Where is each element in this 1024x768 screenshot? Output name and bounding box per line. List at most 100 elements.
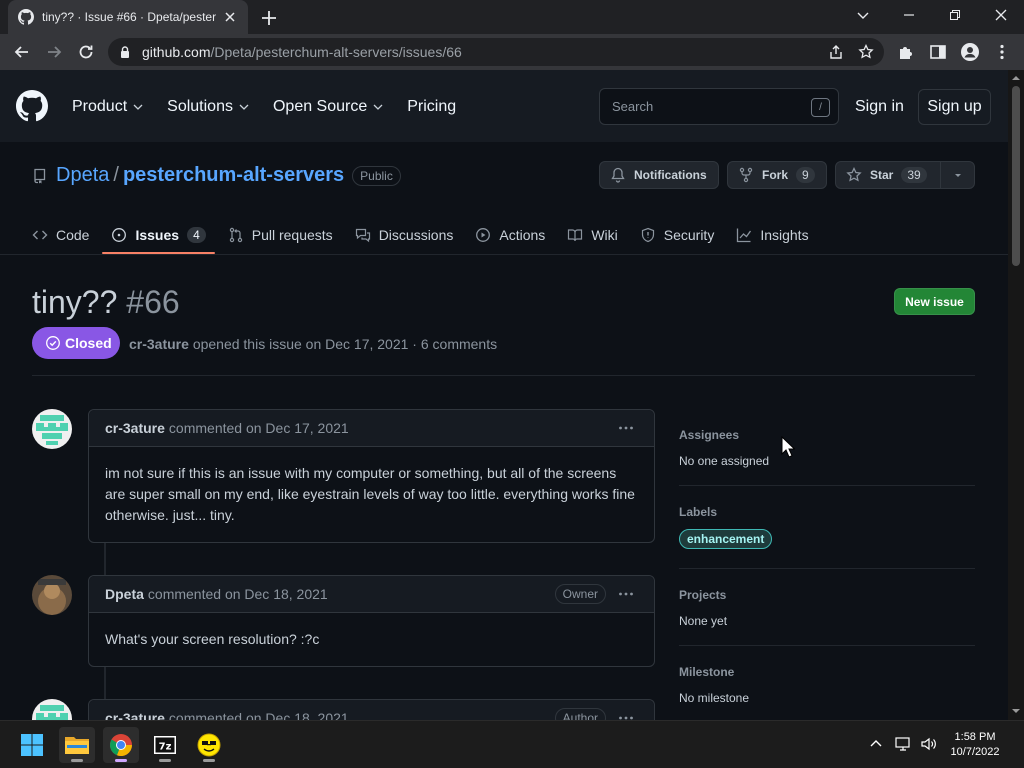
- taskbar-app-7zip[interactable]: 7z: [147, 727, 183, 763]
- sign-in-link[interactable]: Sign in: [855, 98, 904, 116]
- repo-separator: /: [113, 164, 119, 186]
- comment-date[interactable]: commented on Dec 18, 2021: [169, 710, 349, 720]
- tab-security[interactable]: Security: [632, 216, 723, 254]
- volume-icon[interactable]: [920, 735, 938, 753]
- scroll-thumb[interactable]: [1012, 86, 1020, 266]
- network-icon[interactable]: [894, 735, 912, 753]
- new-tab-icon[interactable]: [259, 8, 279, 28]
- comment-header: Dpeta commented on Dec 18, 2021 Owner: [89, 576, 654, 613]
- tab-wiki[interactable]: Wiki: [559, 216, 625, 254]
- sidebar-labels[interactable]: Labels enhancement: [679, 505, 975, 549]
- repo-header: Dpeta / pesterchum-alt-servers Public No…: [0, 142, 1008, 255]
- sidebar-milestone[interactable]: Milestone No milestone: [679, 665, 975, 705]
- tab-issues-label: Issues: [135, 227, 180, 243]
- start-button[interactable]: [14, 727, 50, 763]
- page-scrollbar[interactable]: [1008, 70, 1024, 720]
- star-button[interactable]: Star 39: [835, 161, 941, 189]
- visibility-badge: Public: [352, 165, 401, 186]
- tab-actions[interactable]: Actions: [467, 216, 553, 254]
- chevron-up-icon[interactable]: [867, 735, 885, 753]
- comment-date[interactable]: commented on Dec 17, 2021: [169, 420, 349, 436]
- author-badge: Author: [554, 708, 606, 720]
- tab-code-label: Code: [56, 227, 90, 243]
- comment-date[interactable]: commented on Dec 18, 2021: [148, 586, 328, 602]
- kebab-menu-icon[interactable]: [618, 420, 634, 436]
- tab-close-icon[interactable]: [222, 9, 238, 25]
- tab-search-chevron-icon[interactable]: [840, 0, 886, 30]
- repo-owner-link[interactable]: Dpeta: [56, 164, 109, 187]
- side-panel-icon[interactable]: [928, 42, 948, 62]
- tab-pull-requests[interactable]: Pull requests: [220, 216, 341, 254]
- taskbar-clock[interactable]: 1:58 PM 10/7/2022: [940, 730, 1010, 760]
- sidebar-assignees[interactable]: Assignees No one assigned: [679, 428, 975, 468]
- star-icon: [846, 167, 870, 183]
- issue-author-link[interactable]: cr-3ature: [129, 336, 189, 352]
- comment: Dpeta commented on Dec 18, 2021 Owner Wh…: [88, 575, 655, 667]
- issue-closed-icon: [45, 335, 65, 351]
- tab-issues[interactable]: Issues 4: [102, 216, 216, 254]
- discussions-icon: [355, 227, 379, 243]
- browser-menu-icon[interactable]: [992, 42, 1012, 62]
- scroll-up-icon[interactable]: [1012, 74, 1020, 82]
- taskbar-app-chrome[interactable]: [103, 727, 139, 763]
- new-issue-button[interactable]: New issue: [894, 288, 975, 315]
- forward-arrow-icon[interactable]: [44, 42, 64, 62]
- chevron-down-icon: [373, 102, 383, 112]
- browser-tab[interactable]: tiny?? · Issue #66 · Dpeta/pesterc: [8, 0, 248, 34]
- avatar[interactable]: [32, 409, 72, 449]
- fork-count: 9: [796, 167, 815, 183]
- label-enhancement[interactable]: enhancement: [679, 529, 773, 549]
- repo-icon: [32, 168, 48, 184]
- nav-product[interactable]: Product: [72, 98, 143, 116]
- address-bar[interactable]: github.com/Dpeta/pesterchum-alt-servers/…: [108, 38, 884, 66]
- issue-number: #66: [126, 284, 180, 320]
- profile-avatar-icon[interactable]: [960, 42, 980, 62]
- windows-start-icon: [20, 733, 44, 757]
- taskbar-app-file-explorer[interactable]: [59, 727, 95, 763]
- comment-author[interactable]: Dpeta: [105, 586, 144, 602]
- notifications-button[interactable]: Notifications: [599, 161, 719, 189]
- share-icon[interactable]: [828, 44, 844, 60]
- sign-up-button[interactable]: Sign up: [918, 89, 991, 125]
- taskbar-app-pesterchum[interactable]: [191, 727, 227, 763]
- issue-meta: cr-3ature opened this issue on Dec 17, 2…: [129, 336, 497, 352]
- restore-icon[interactable]: [932, 0, 978, 30]
- issue-title: tiny?? #66: [32, 284, 180, 321]
- comment-author[interactable]: cr-3ature: [105, 710, 165, 720]
- triangle-down-icon: [953, 170, 963, 180]
- comment-body: im not sure if this is an issue with my …: [105, 465, 635, 523]
- sidebar-projects[interactable]: Projects None yet: [679, 588, 975, 628]
- lock-icon[interactable]: [118, 45, 132, 59]
- nav-open-source[interactable]: Open Source: [273, 98, 383, 116]
- minimize-icon[interactable]: [886, 0, 932, 30]
- comment-body: What's your screen resolution? :?c: [105, 631, 320, 647]
- chrome-icon: [109, 733, 133, 757]
- browser-tab-strip: tiny?? · Issue #66 · Dpeta/pesterc: [0, 0, 1024, 34]
- kebab-menu-icon[interactable]: [618, 586, 634, 602]
- reload-icon[interactable]: [76, 42, 96, 62]
- tab-discussions-label: Discussions: [378, 227, 454, 243]
- avatar[interactable]: [32, 575, 72, 615]
- star-dropdown-button[interactable]: [940, 161, 975, 189]
- github-logo-icon[interactable]: [16, 90, 48, 122]
- nav-pricing[interactable]: Pricing: [407, 98, 456, 116]
- search-input[interactable]: Search /: [599, 88, 839, 125]
- divider: [32, 375, 975, 376]
- tab-code[interactable]: Code: [24, 216, 97, 254]
- extensions-puzzle-icon[interactable]: [896, 42, 916, 62]
- tab-insights[interactable]: Insights: [728, 216, 816, 254]
- assignees-heading: Assignees: [679, 428, 740, 442]
- tab-discussions[interactable]: Discussions: [347, 216, 462, 254]
- nav-solutions[interactable]: Solutions: [167, 98, 249, 116]
- avatar[interactable]: [32, 699, 72, 720]
- fork-button[interactable]: Fork 9: [727, 161, 827, 189]
- windows-taskbar: 7z 1:58 PM 10/7/2022: [0, 720, 1024, 768]
- back-arrow-icon[interactable]: [12, 42, 32, 62]
- bookmark-star-icon[interactable]: [858, 44, 874, 60]
- fork-icon: [738, 167, 762, 183]
- comment-author[interactable]: cr-3ature: [105, 420, 165, 436]
- scroll-down-icon[interactable]: [1012, 707, 1020, 715]
- close-window-icon[interactable]: [978, 0, 1024, 30]
- kebab-menu-icon[interactable]: [618, 710, 634, 720]
- repo-name-link[interactable]: pesterchum-alt-servers: [123, 164, 344, 187]
